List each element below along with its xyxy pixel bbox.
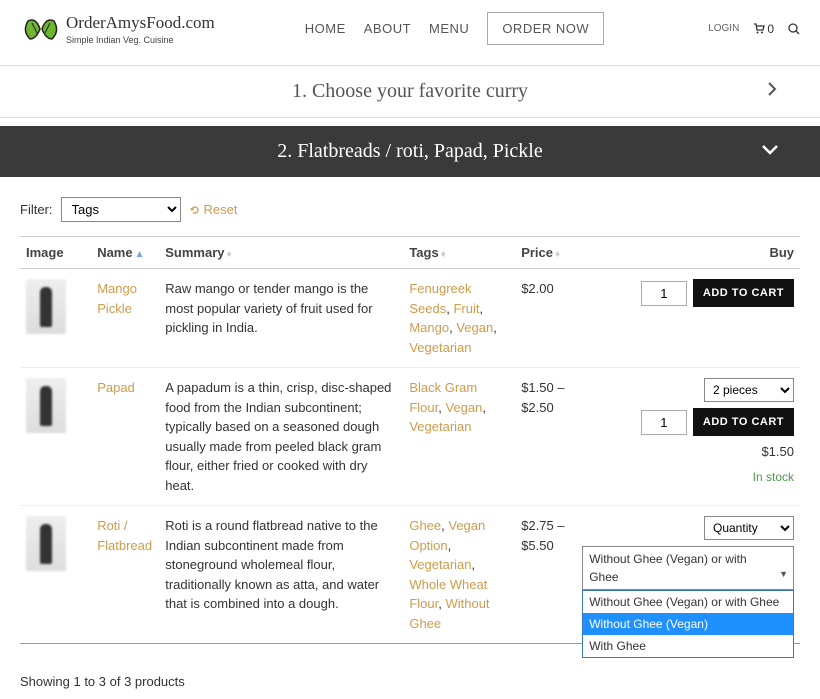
col-buy: Buy — [576, 237, 800, 269]
table-row: Papad A papadum is a thin, crisp, disc-s… — [20, 368, 800, 506]
cart-count: 0 — [767, 22, 774, 36]
products-table: Image Name▲ Summary♦ Tags♦ Price♦ Buy Ma… — [20, 236, 800, 644]
accordion-step1[interactable]: 1. Choose your favorite curry — [0, 65, 820, 118]
variant-select[interactable]: 2 pieces — [704, 378, 794, 402]
col-name[interactable]: Name▲ — [91, 237, 159, 269]
ghee-option[interactable]: Without Ghee (Vegan) or with Ghee — [583, 591, 793, 613]
showing-info: Showing 1 to 3 of 3 products — [0, 664, 820, 699]
tag-link[interactable]: Vegan — [445, 400, 482, 415]
product-summary: A papadum is a thin, crisp, disc-shaped … — [159, 368, 403, 506]
tag-link[interactable]: Ghee — [409, 518, 441, 533]
leaf-logo-icon — [20, 13, 62, 45]
accordion-step1-title: 1. Choose your favorite curry — [292, 80, 528, 103]
ghee-option[interactable]: With Ghee — [583, 635, 793, 657]
site-tagline: Simple Indian Veg. Cuisine — [66, 35, 215, 45]
chevron-right-icon — [764, 80, 780, 103]
add-to-cart-button[interactable]: ADD TO CART — [693, 408, 794, 436]
product-tags: Ghee, Vegan Option, Vegetarian, Whole Wh… — [403, 506, 515, 644]
filter-row: Filter: Tags Reset — [20, 197, 800, 222]
product-name-link[interactable]: Mango Pickle — [97, 281, 137, 316]
accordion-step2-title: 2. Flatbreads / roti, Papad, Pickle — [277, 140, 543, 163]
product-name-link[interactable]: Papad — [97, 380, 135, 395]
cart-link[interactable]: 0 — [753, 22, 774, 36]
product-image[interactable] — [26, 378, 66, 433]
ghee-option-select[interactable]: Without Ghee (Vegan) or with Ghee Withou… — [582, 546, 794, 590]
tag-link[interactable]: Mango — [409, 320, 449, 335]
tag-link[interactable]: Fruit — [453, 301, 479, 316]
product-name-link[interactable]: Roti / Flatbread — [97, 518, 152, 553]
sort-asc-icon: ▲ — [135, 249, 145, 260]
nav-menu[interactable]: MENU — [429, 21, 469, 36]
tag-link[interactable]: Vegetarian — [409, 557, 471, 572]
sort-icon: ♦ — [555, 249, 560, 260]
site-name: OrderAmysFood.com — [66, 13, 215, 33]
col-price[interactable]: Price♦ — [515, 237, 576, 269]
sort-icon: ♦ — [226, 249, 231, 260]
product-price: $1.50 – $2.50 — [515, 368, 576, 506]
logo[interactable]: OrderAmysFood.com Simple Indian Veg. Cui… — [20, 13, 215, 45]
product-tags: Black Gram Flour, Vegan, Vegetarian — [403, 368, 515, 506]
reset-button[interactable]: Reset — [189, 202, 238, 217]
col-tags: Tags♦ — [403, 237, 515, 269]
quantity-input[interactable] — [641, 281, 687, 306]
ghee-option[interactable]: Without Ghee (Vegan) — [583, 613, 793, 635]
sort-icon: ♦ — [441, 249, 446, 260]
search-icon[interactable] — [788, 23, 800, 35]
add-to-cart-button[interactable]: ADD TO CART — [693, 279, 794, 307]
login-link[interactable]: LOGIN — [708, 23, 739, 34]
filter-label: Filter: — [20, 202, 53, 217]
filter-tags-select[interactable]: Tags — [61, 197, 181, 222]
quantity-input[interactable] — [641, 410, 687, 435]
product-image[interactable] — [26, 279, 66, 334]
product-summary: Raw mango or tender mango is the most po… — [159, 269, 403, 368]
site-header: OrderAmysFood.com Simple Indian Veg. Cui… — [0, 0, 820, 57]
product-summary: Roti is a round flatbread native to the … — [159, 506, 403, 644]
tag-link[interactable]: Vegan — [456, 320, 493, 335]
ghee-dropdown-list: Without Ghee (Vegan) or with Ghee Withou… — [582, 590, 794, 658]
nav-home[interactable]: HOME — [305, 21, 346, 36]
unit-price: $1.50 — [761, 442, 794, 462]
tag-link[interactable]: Vegetarian — [409, 419, 471, 434]
table-row: Roti / Flatbread Roti is a round flatbre… — [20, 506, 800, 644]
table-row: Mango Pickle Raw mango or tender mango i… — [20, 269, 800, 368]
main-nav: HOME ABOUT MENU ORDER NOW — [305, 12, 604, 45]
nav-about[interactable]: ABOUT — [364, 21, 411, 36]
product-price: $2.75 – $5.50 — [515, 506, 576, 644]
tag-link[interactable]: Vegetarian — [409, 340, 471, 355]
product-tags: Fenugreek Seeds, Fruit, Mango, Vegan, Ve… — [403, 269, 515, 368]
product-image[interactable] — [26, 516, 66, 571]
chevron-down-icon — [760, 140, 780, 163]
quantity-variant-select[interactable]: Quantity — [704, 516, 794, 540]
col-image: Image — [20, 237, 91, 269]
undo-icon — [189, 204, 201, 216]
cart-icon — [753, 23, 765, 34]
stock-status: In stock — [753, 468, 794, 486]
product-price: $2.00 — [515, 269, 576, 368]
ghee-select-button[interactable]: Without Ghee (Vegan) or with Ghee — [582, 546, 794, 590]
accordion-step2[interactable]: 2. Flatbreads / roti, Papad, Pickle — [0, 126, 820, 177]
col-summary[interactable]: Summary♦ — [159, 237, 403, 269]
nav-order-now[interactable]: ORDER NOW — [487, 12, 604, 45]
